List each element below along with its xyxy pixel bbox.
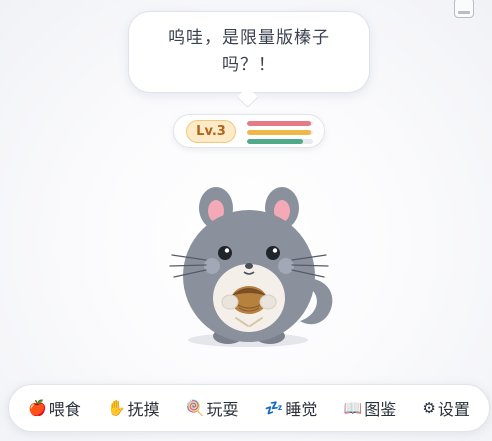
mood-bar-fill <box>247 130 312 135</box>
hunger-bar-fill <box>247 121 312 126</box>
zzz-icon: 💤 <box>264 398 284 417</box>
pet-paw-left <box>221 294 239 310</box>
pet-button-label: 抚摸 <box>127 400 160 419</box>
pet-eye-right-shine <box>272 248 278 253</box>
gear-icon: ⚙ <box>422 398 436 417</box>
settings-button[interactable]: ⚙ 设置 <box>422 396 469 420</box>
sleep-button-label: 睡觉 <box>285 400 318 419</box>
feed-button-label: 喂食 <box>48 400 81 419</box>
sleep-button[interactable]: 💤 睡觉 <box>265 396 318 420</box>
level-badge: Lv.3 <box>186 120 236 143</box>
pet-paw-right <box>259 294 277 310</box>
apple-icon: 🍎 <box>28 398 47 417</box>
pet-chinchilla-illustration <box>169 187 333 347</box>
mood-bar <box>247 130 313 135</box>
energy-bar-fill <box>247 139 304 144</box>
speech-bubble: 呜哇，是限量版榛子吗？！ <box>128 11 370 93</box>
speech-bubble-text: 呜哇，是限量版榛子吗？！ <box>168 28 330 75</box>
lollipop-icon: 🍭 <box>185 398 205 417</box>
hand-icon: ✋ <box>106 398 126 417</box>
pet-eye-right <box>266 246 280 260</box>
minimize-button[interactable] <box>454 0 474 18</box>
action-toolbar: 🍎 喂食 ✋ 抚摸 🍭 玩耍 💤 睡觉 📖 图鉴 ⚙ 设置 <box>8 384 490 432</box>
pet-button[interactable]: ✋ 抚摸 <box>107 396 160 420</box>
status-panel: Lv.3 <box>173 114 325 148</box>
pet-nose <box>245 263 253 269</box>
settings-button-label: 设置 <box>437 400 470 419</box>
play-button-label: 玩耍 <box>206 400 239 419</box>
stat-bars <box>247 121 313 148</box>
pet-chinchilla[interactable] <box>160 180 340 352</box>
pet-eye-left-shine <box>224 248 230 253</box>
play-button[interactable]: 🍭 玩耍 <box>186 396 239 420</box>
hunger-bar <box>247 121 313 126</box>
album-button[interactable]: 📖 图鉴 <box>344 396 397 420</box>
feed-button[interactable]: 🍎 喂食 <box>28 396 81 420</box>
album-button-label: 图鉴 <box>364 400 397 419</box>
book-icon: 📖 <box>343 398 363 417</box>
energy-bar <box>247 139 313 144</box>
pet-eye-left <box>218 246 232 260</box>
